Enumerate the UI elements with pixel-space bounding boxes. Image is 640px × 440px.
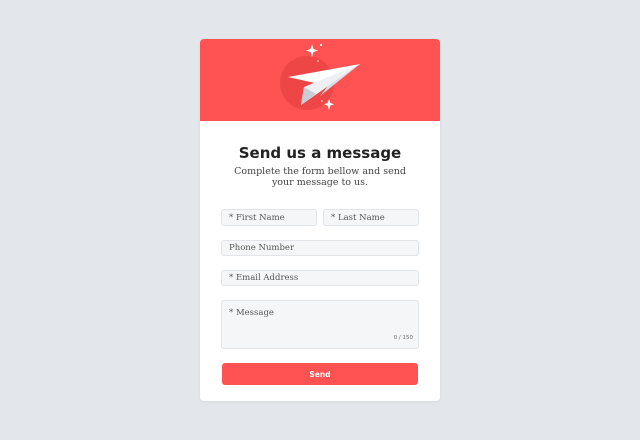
paper-plane-illustration: [280, 44, 360, 110]
hero-banner: [200, 39, 440, 121]
last-name-input[interactable]: [323, 209, 419, 226]
email-address-input[interactable]: [221, 270, 419, 286]
contact-card: Send us a message Complete the form bell…: [200, 39, 440, 401]
first-name-input[interactable]: [221, 209, 317, 226]
form-title: Send us a message: [238, 144, 402, 162]
message-textarea[interactable]: [221, 300, 419, 349]
phone-number-input[interactable]: [221, 240, 419, 256]
send-button[interactable]: Send: [222, 363, 418, 385]
message-character-counter: 0 / 150: [393, 335, 413, 341]
form-subtitle: Complete the form bellow and send your m…: [234, 166, 406, 188]
